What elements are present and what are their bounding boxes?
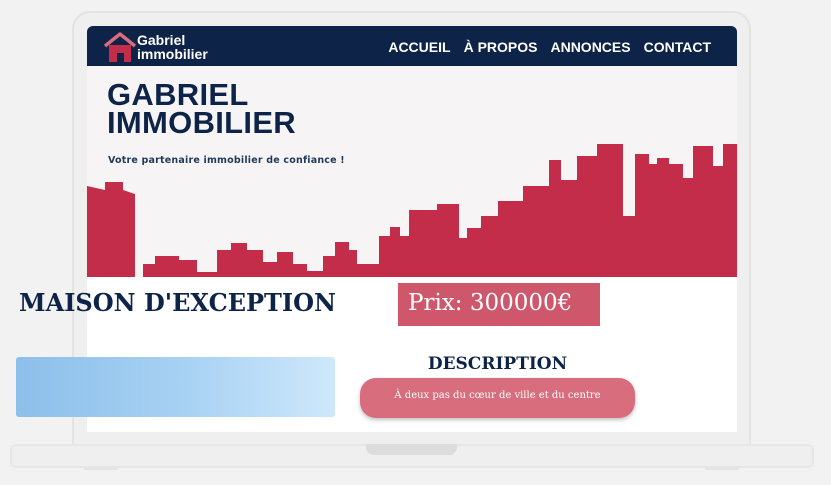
laptop-notch xyxy=(366,444,457,455)
nav-links: ACCUEIL À PROPOS ANNONCES CONTACT xyxy=(388,39,711,55)
hero-title: GABRIEL IMMOBILIER xyxy=(107,79,296,140)
brand-name[interactable]: Gabriel immobilier xyxy=(137,33,208,61)
brand-line1: Gabriel xyxy=(137,32,186,48)
brand-line2: immobilier xyxy=(137,46,208,62)
hero-title-line2: IMMOBILIER xyxy=(107,105,296,140)
listing-title: MAISON D'EXCEPTION xyxy=(19,288,336,317)
hero-banner: GABRIEL IMMOBILIER Votre partenaire immo… xyxy=(87,66,737,277)
laptop-foot-left xyxy=(84,467,118,470)
navbar: Gabriel immobilier ACCUEIL À PROPOS ANNO… xyxy=(87,26,737,66)
price-badge: Prix: 300000€ xyxy=(398,283,600,326)
laptop-foot-right xyxy=(705,467,739,470)
nav-link-contact[interactable]: CONTACT xyxy=(644,39,711,55)
description-box: À deux pas du cœur de ville et du centre xyxy=(360,378,635,418)
nav-link-a-propos[interactable]: À PROPOS xyxy=(464,39,538,55)
hero-subtitle: Votre partenaire immobilier de confiance… xyxy=(108,155,345,166)
listing-photo[interactable] xyxy=(16,357,335,417)
description-heading: DESCRIPTION xyxy=(427,354,568,374)
description-text: À deux pas du cœur de ville et du centre xyxy=(394,390,601,401)
nav-link-annonces[interactable]: ANNONCES xyxy=(550,39,630,55)
price-text: Prix: 300000€ xyxy=(408,290,573,316)
nav-link-accueil[interactable]: ACCUEIL xyxy=(388,39,450,55)
house-logo-icon xyxy=(103,32,137,62)
